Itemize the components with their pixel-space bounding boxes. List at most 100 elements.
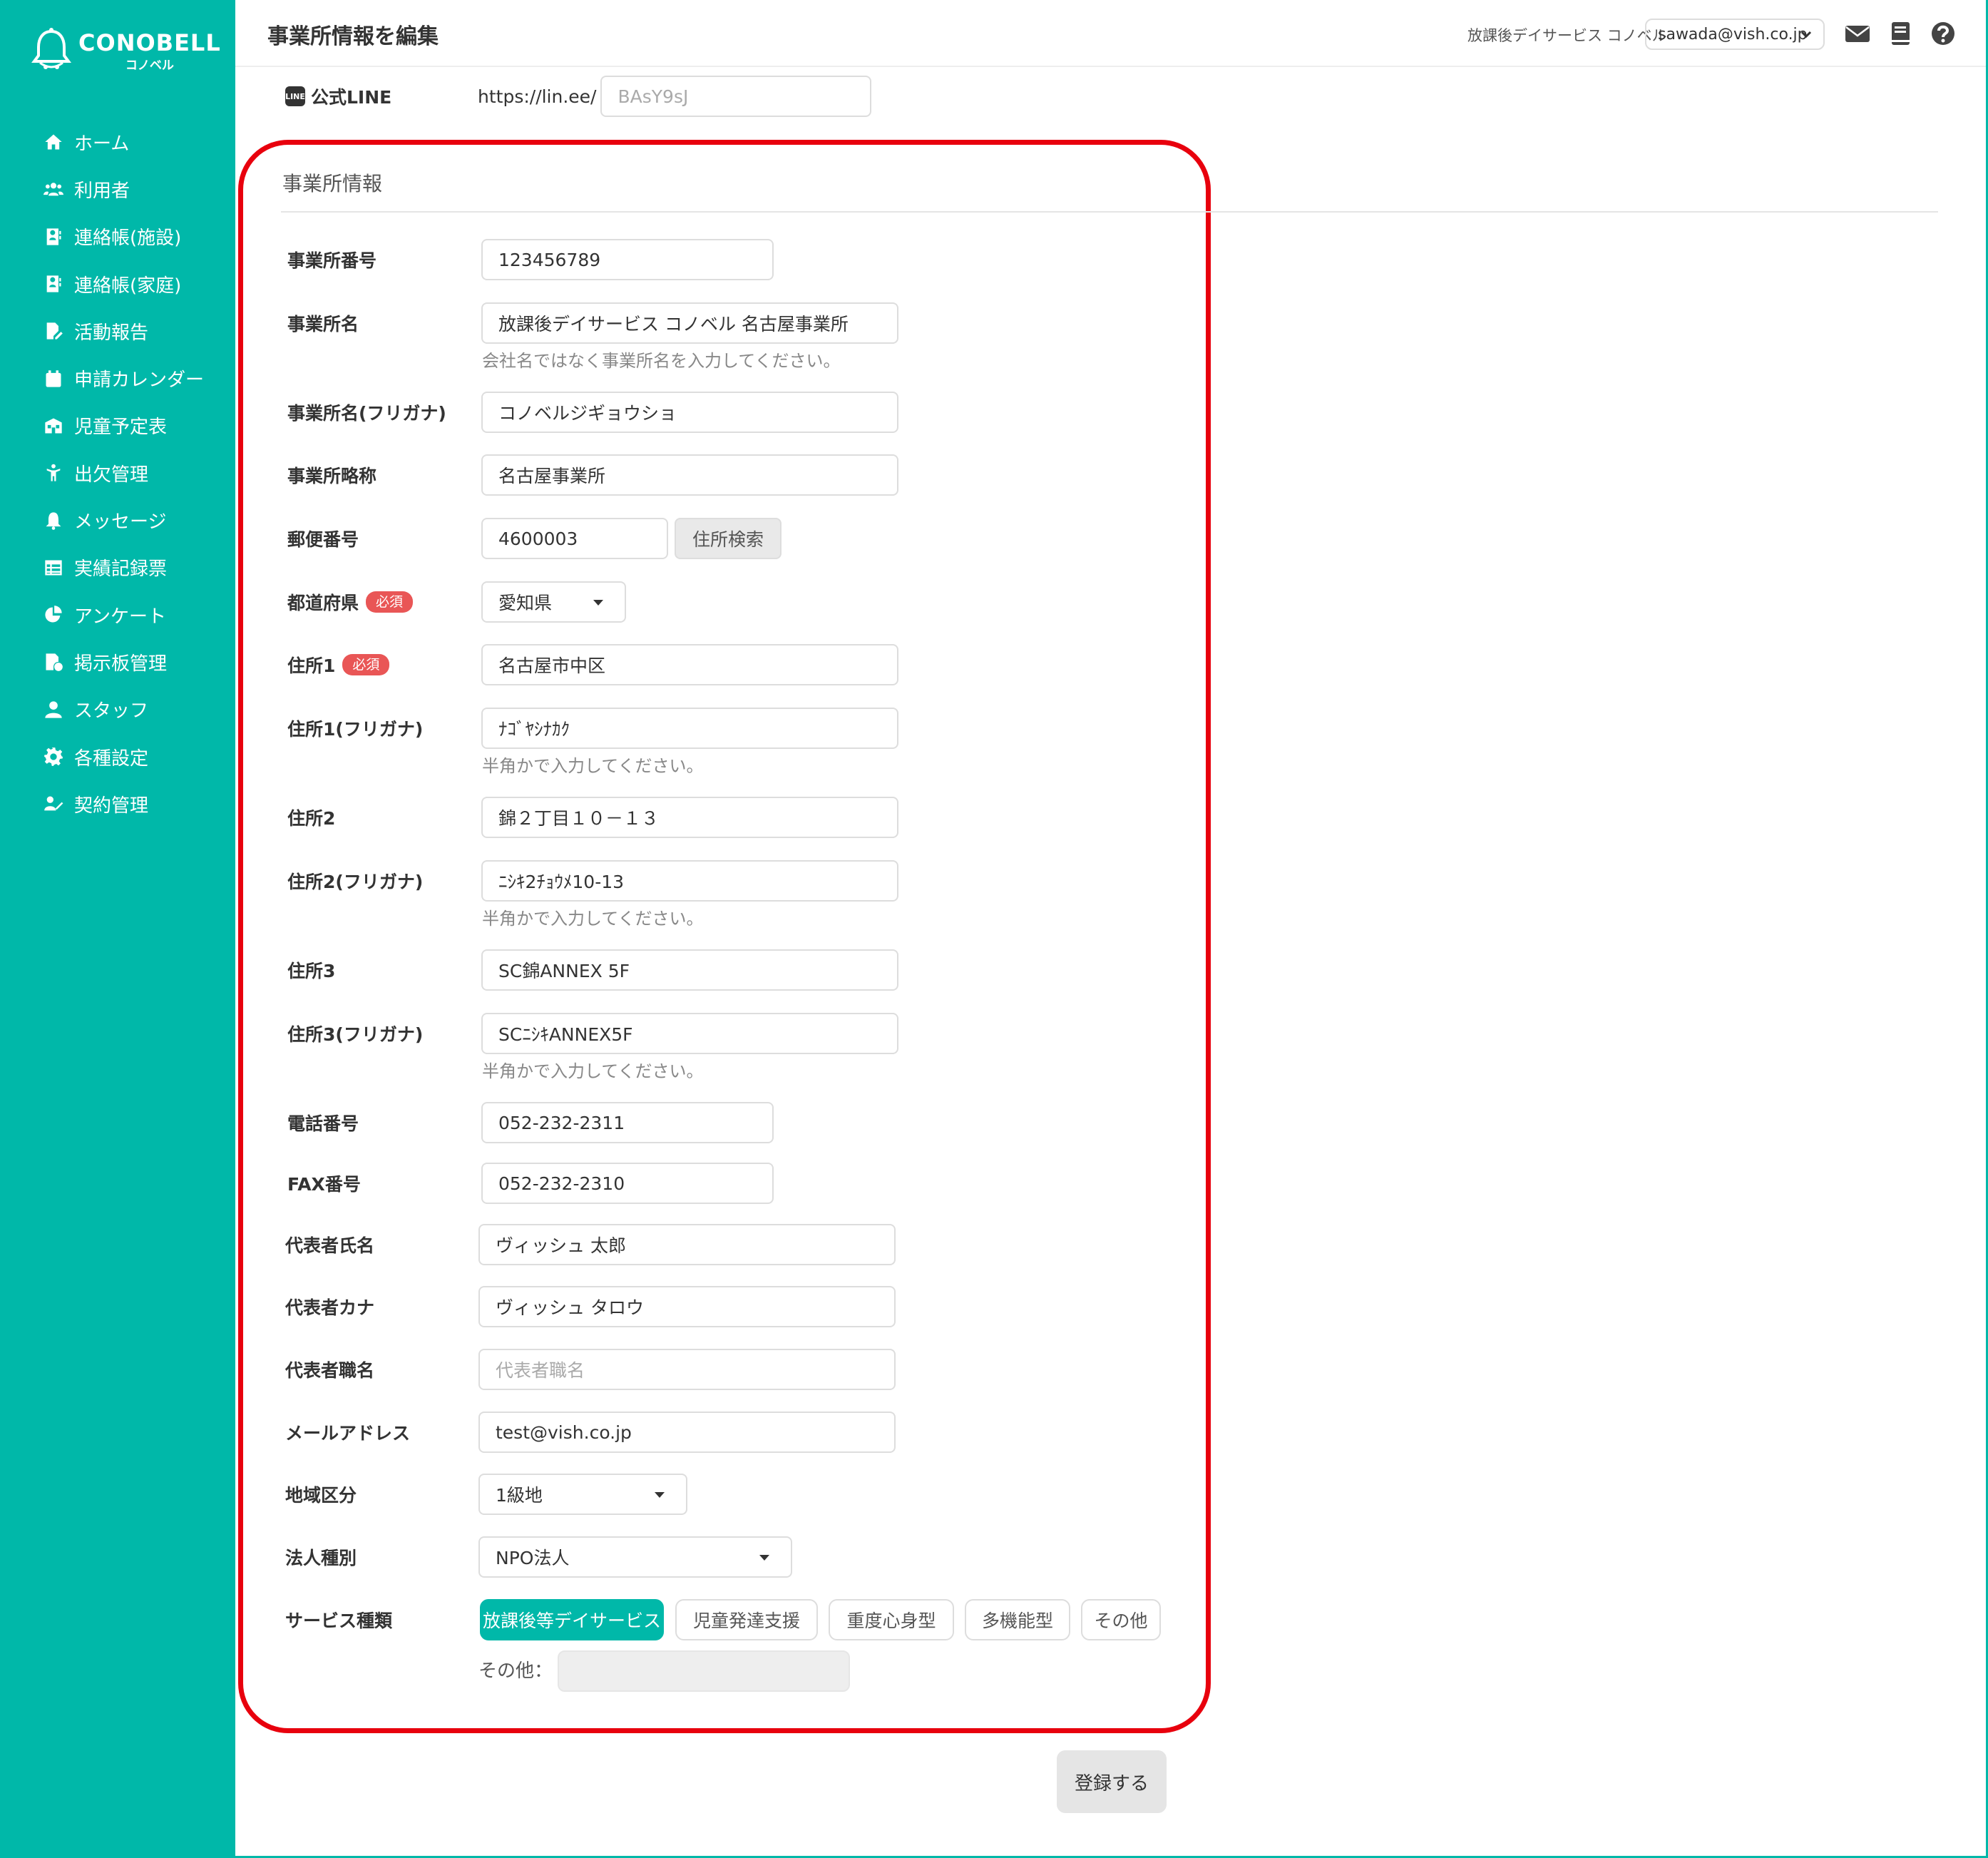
service-label: サービス種類 bbox=[285, 1611, 393, 1631]
corp-type-label: 法人種別 bbox=[285, 1548, 357, 1568]
phone-input[interactable]: 052-232-2311 bbox=[481, 1102, 774, 1143]
sidebar-item-activity-report[interactable]: 活動報告 bbox=[0, 307, 235, 354]
office-short-input[interactable]: 名古屋事業所 bbox=[481, 454, 898, 496]
address1-input[interactable]: 名古屋市中区 bbox=[481, 644, 898, 685]
manual-book-icon[interactable] bbox=[1887, 20, 1914, 47]
sidebar-item-contract[interactable]: 契約管理 bbox=[0, 780, 235, 827]
contract-icon bbox=[43, 793, 64, 815]
office-name: 放課後デイサービス コノベル bbox=[1467, 27, 1667, 44]
board-icon bbox=[43, 651, 64, 673]
fax-input[interactable]: 052-232-2310 bbox=[481, 1163, 774, 1204]
top-header: 事業所情報を編集 放課後デイサービス コノベル sawada@vish.co.j… bbox=[235, 0, 1986, 67]
rep-title-input[interactable]: 代表者職名 bbox=[478, 1349, 896, 1390]
address-search-button[interactable]: 住所検索 bbox=[675, 518, 782, 559]
sidebar-item-board[interactable]: 掲示板管理 bbox=[0, 638, 235, 685]
address2-kana-hint: 半角かで入力してください。 bbox=[482, 909, 704, 929]
rep-name-label: 代表者氏名 bbox=[285, 1235, 375, 1256]
sidebar-item-label: スタッフ bbox=[74, 700, 149, 723]
pie-chart-icon bbox=[43, 604, 64, 626]
sidebar-item-survey[interactable]: アンケート bbox=[0, 591, 235, 638]
email-label: メールアドレス bbox=[285, 1423, 411, 1444]
highlight-outline bbox=[238, 140, 1211, 1733]
mail-icon[interactable] bbox=[1844, 20, 1871, 47]
address3-input[interactable]: SC錦ANNEX 5F bbox=[481, 949, 898, 991]
service-chip-child-dev[interactable]: 児童発達支援 bbox=[675, 1599, 818, 1640]
prefecture-select[interactable]: 愛知県 bbox=[481, 581, 626, 623]
home-icon bbox=[43, 131, 64, 153]
office-name-label: 事業所名 bbox=[287, 314, 359, 335]
brand-sub: コノベル bbox=[125, 58, 174, 73]
sidebar-item-record[interactable]: 実績記録票 bbox=[0, 544, 235, 591]
sidebar-item-label: 連絡帳(施設) bbox=[74, 228, 182, 250]
line-logo-icon: LINE bbox=[285, 86, 305, 106]
service-chip-other[interactable]: その他 bbox=[1081, 1599, 1161, 1640]
register-button[interactable]: 登録する bbox=[1057, 1750, 1167, 1813]
sidebar-item-message[interactable]: メッセージ bbox=[0, 496, 235, 543]
address2-input[interactable]: 錦２丁目１０－１３ bbox=[481, 797, 898, 838]
service-chip-multi[interactable]: 多機能型 bbox=[965, 1599, 1070, 1640]
service-chip-severe[interactable]: 重度心身型 bbox=[829, 1599, 954, 1640]
office-kana-input[interactable]: コノベルジギョウショ bbox=[481, 392, 898, 433]
line-url-prefix: https://lin.ee/ bbox=[478, 86, 597, 107]
sidebar-item-label: 各種設定 bbox=[74, 747, 149, 770]
required-badge: 必須 bbox=[342, 654, 390, 675]
address1-label: 住所1 必須 bbox=[287, 644, 390, 685]
account-email: sawada@vish.co.jp bbox=[1658, 25, 1808, 44]
address1-kana-input[interactable]: ﾅｺﾞﾔｼﾅｶｸ bbox=[481, 708, 898, 749]
sidebar-item-contact-facility[interactable]: 連絡帳(施設) bbox=[0, 213, 235, 260]
sidebar-item-label: 連絡帳(家庭) bbox=[74, 275, 182, 297]
sidebar-item-child-schedule[interactable]: 児童予定表 bbox=[0, 402, 235, 449]
calendar-icon bbox=[43, 368, 64, 389]
chevron-down-icon bbox=[1799, 27, 1813, 41]
fax-label: FAX番号 bbox=[287, 1174, 361, 1195]
rep-title-label: 代表者職名 bbox=[285, 1360, 375, 1381]
address2-kana-label: 住所2(フリガナ) bbox=[287, 872, 424, 892]
region-select[interactable]: 1級地 bbox=[478, 1474, 687, 1515]
sidebar-item-calendar[interactable]: 申請カレンダー bbox=[0, 354, 235, 402]
office-short-label: 事業所略称 bbox=[287, 466, 377, 486]
required-badge: 必須 bbox=[366, 591, 414, 613]
account-select[interactable]: sawada@vish.co.jp bbox=[1645, 19, 1825, 50]
section-title: 事業所情報 bbox=[282, 172, 383, 195]
address2-kana-input[interactable]: ﾆｼｷ2ﾁｮｳﾒ10-13 bbox=[481, 860, 898, 902]
schedule-icon bbox=[43, 415, 64, 437]
service-chip-after-school[interactable]: 放課後等デイサービス bbox=[480, 1599, 664, 1640]
office-no-input[interactable]: 123456789 bbox=[481, 239, 774, 280]
office-name-hint: 会社名ではなく事業所名を入力してください。 bbox=[482, 351, 841, 371]
postal-input[interactable]: 4600003 bbox=[481, 518, 668, 559]
sidebar-item-attendance[interactable]: 出欠管理 bbox=[0, 449, 235, 496]
email-input[interactable]: test@vish.co.jp bbox=[478, 1412, 896, 1453]
help-icon[interactable] bbox=[1930, 20, 1957, 47]
sidebar-item-staff[interactable]: スタッフ bbox=[0, 686, 235, 733]
sidebar-item-label: 実績記録票 bbox=[74, 558, 168, 581]
line-label-text: 公式LINE bbox=[311, 87, 392, 108]
gear-icon bbox=[43, 746, 64, 767]
bell-logo-icon bbox=[30, 27, 73, 74]
sidebar-item-home[interactable]: ホーム bbox=[0, 118, 235, 165]
sidebar-item-label: 児童予定表 bbox=[74, 417, 168, 439]
line-id-input[interactable]: BAsY9sJ bbox=[600, 76, 872, 117]
address3-kana-input[interactable]: SCﾆｼｷANNEX5F bbox=[481, 1013, 898, 1054]
sidebar-item-settings[interactable]: 各種設定 bbox=[0, 733, 235, 780]
phone-label: 電話番号 bbox=[287, 1113, 359, 1134]
sidebar-item-users[interactable]: 利用者 bbox=[0, 165, 235, 213]
sidebar-item-label: 活動報告 bbox=[74, 322, 149, 344]
rep-kana-input[interactable]: ヴィッシュ タロウ bbox=[478, 1286, 896, 1327]
address3-label: 住所3 bbox=[287, 961, 336, 981]
prefecture-value: 愛知県 bbox=[498, 593, 553, 613]
contact-book-icon bbox=[43, 273, 64, 295]
rep-name-input[interactable]: ヴィッシュ 太郎 bbox=[478, 1224, 896, 1265]
postal-label: 郵便番号 bbox=[287, 529, 359, 550]
rep-kana-label: 代表者カナ bbox=[285, 1297, 375, 1318]
address1-kana-label: 住所1(フリガナ) bbox=[287, 719, 424, 740]
users-icon bbox=[43, 178, 64, 200]
sidebar-item-label: 申請カレンダー bbox=[74, 369, 205, 392]
brand-logo[interactable]: CONOBELL コノベル bbox=[30, 26, 220, 76]
sidebar-item-contact-home[interactable]: 連絡帳(家庭) bbox=[0, 260, 235, 307]
service-other-input[interactable] bbox=[558, 1650, 850, 1692]
section-divider bbox=[281, 211, 1938, 213]
office-name-input[interactable]: 放課後デイサービス コノベル 名古屋事業所 bbox=[481, 302, 898, 344]
contact-book-icon bbox=[43, 226, 64, 247]
sidebar: CONOBELL コノベル ホーム 利用者 連絡帳(施設) 連絡帳(家庭) 活動… bbox=[0, 0, 235, 1858]
corp-type-select[interactable]: NPO法人 bbox=[478, 1536, 792, 1578]
